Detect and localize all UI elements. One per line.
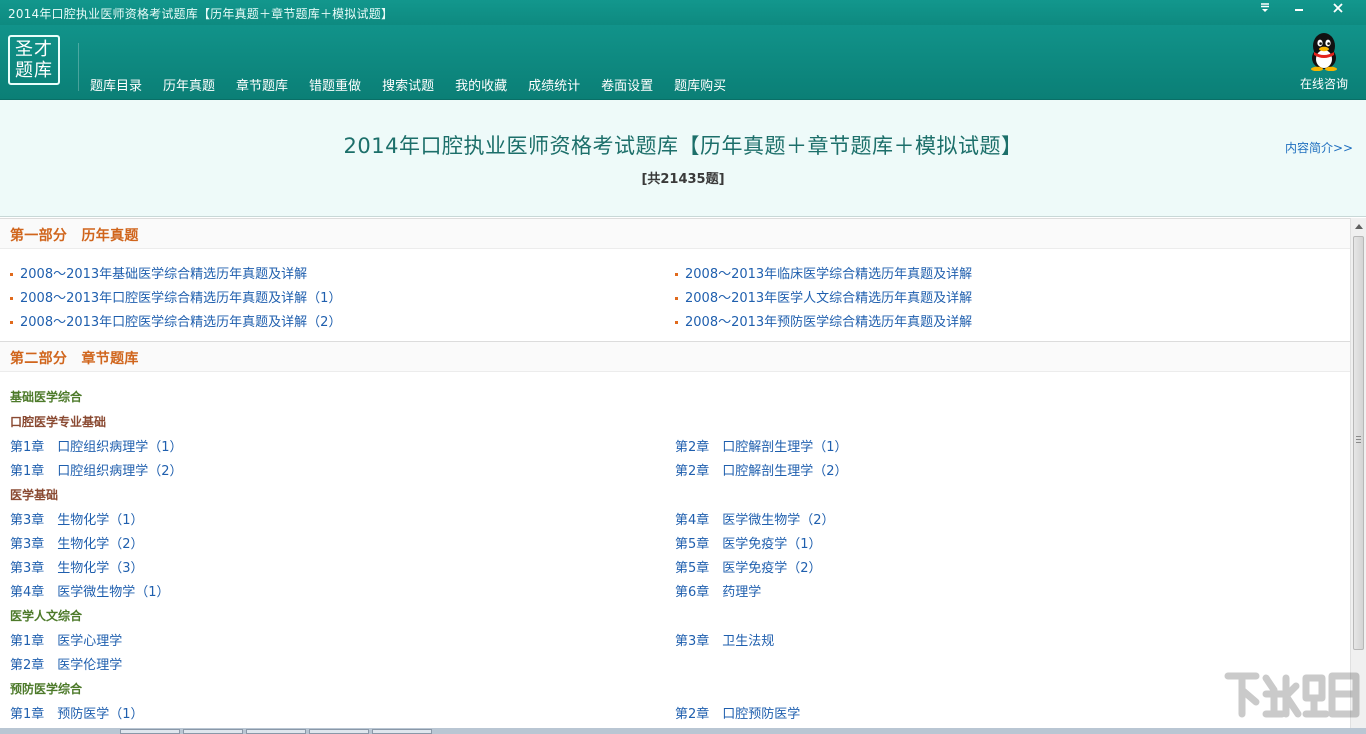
- past-exam-link[interactable]: 2008～2013年基础医学综合精选历年真题及详解: [10, 263, 307, 282]
- nav-item-settings[interactable]: 卷面设置: [601, 75, 653, 94]
- past-exam-link[interactable]: 2008～2013年医学人文综合精选历年真题及详解: [675, 287, 972, 306]
- past-exam-link[interactable]: 2008～2013年临床医学综合精选历年真题及详解: [675, 263, 972, 282]
- nav-item-purchase[interactable]: 题库购买: [674, 75, 726, 94]
- chapter-link[interactable]: 第5章 医学免疫学（1）: [675, 533, 822, 552]
- chapter-link[interactable]: 第4章 医学微生物学（2）: [675, 509, 835, 528]
- content-area: 第一部分 历年真题 2008～2013年基础医学综合精选历年真题及详解 2008…: [0, 218, 1350, 728]
- past-exam-link[interactable]: 2008～2013年口腔医学综合精选历年真题及详解（1）: [10, 287, 341, 306]
- app-logo: 圣才 题库: [8, 35, 60, 85]
- chapter-link[interactable]: 第3章 卫生法规: [675, 630, 774, 649]
- nav-item-search[interactable]: 搜索试题: [382, 75, 434, 94]
- chapter-link[interactable]: 第6章 药理学: [675, 581, 761, 600]
- chapter-link[interactable]: 第2章 口腔解剖生理学（1）: [675, 436, 848, 455]
- chapter-link[interactable]: 第1章 口腔组织病理学（2）: [10, 460, 183, 479]
- link-text: 2008～2013年预防医学综合精选历年真题及详解: [685, 315, 973, 330]
- menu-icon[interactable]: [1248, 0, 1282, 17]
- page-header: 2014年口腔执业医师资格考试题库【历年真题＋章节题库＋模拟试题】 [共2143…: [0, 100, 1366, 217]
- question-count: [共21435题]: [641, 172, 725, 187]
- os-taskbar: [0, 728, 1366, 734]
- taskbar-button[interactable]: [309, 729, 369, 734]
- link-text: 2008～2013年医学人文综合精选历年真题及详解: [685, 291, 973, 306]
- scroll-up-arrow-icon[interactable]: [1355, 224, 1363, 229]
- taskbar-button[interactable]: [120, 729, 180, 734]
- category-medical-humanities: 医学人文综合: [10, 609, 83, 623]
- category-medical-basics: 医学基础: [10, 488, 59, 502]
- category-basic-medicine: 基础医学综合: [10, 390, 83, 404]
- section-header-part2: 第二部分 章节题库: [0, 341, 1350, 372]
- close-icon[interactable]: [1319, 0, 1357, 17]
- chapter-link[interactable]: 第2章 口腔预防医学: [675, 703, 800, 722]
- minimize-icon[interactable]: [1282, 0, 1316, 17]
- nav-divider: [78, 43, 79, 91]
- grip-line: [1356, 439, 1361, 440]
- grip-line: [1356, 436, 1361, 437]
- section-title-part1: 第一部分 历年真题: [10, 228, 139, 244]
- nav-menu: 题库目录 历年真题 章节题库 错题重做 搜索试题 我的收藏 成绩统计 卷面设置 …: [90, 75, 747, 94]
- window-title: 2014年口腔执业医师资格考试题库【历年真题＋章节题库＋模拟试题】: [8, 7, 394, 21]
- qq-penguin-icon: [1311, 33, 1337, 71]
- chapter-link[interactable]: 第4章 医学微生物学（1）: [10, 581, 170, 600]
- section-title-part2: 第二部分 章节题库: [10, 351, 139, 367]
- link-text: 2008～2013年口腔医学综合精选历年真题及详解（2）: [20, 315, 342, 330]
- nav-item-statistics[interactable]: 成绩统计: [528, 75, 580, 94]
- link-text: 2008～2013年口腔医学综合精选历年真题及详解（1）: [20, 291, 342, 306]
- nav-item-past-exams[interactable]: 历年真题: [163, 75, 215, 94]
- window-title-bar: 2014年口腔执业医师资格考试题库【历年真题＋章节题库＋模拟试题】: [0, 0, 1366, 25]
- chapter-link[interactable]: 第3章 生物化学（2）: [10, 533, 144, 552]
- category-preventive-medicine: 预防医学综合: [10, 682, 83, 696]
- nav-item-catalog[interactable]: 题库目录: [90, 75, 142, 94]
- chapter-link[interactable]: 第3章 生物化学（3）: [10, 557, 144, 576]
- chapter-link[interactable]: 第5章 医学免疫学（2）: [675, 557, 822, 576]
- category-oral-basics: 口腔医学专业基础: [10, 415, 107, 429]
- chapter-link[interactable]: 第1章 医学心理学: [10, 630, 122, 649]
- chapter-link[interactable]: 第2章 口腔解剖生理学（2）: [675, 460, 848, 479]
- logo-line-2: 题库: [15, 60, 53, 81]
- online-consult-button[interactable]: 在线咨询: [1298, 31, 1350, 92]
- nav-item-chapter-bank[interactable]: 章节题库: [236, 75, 288, 94]
- taskbar-button[interactable]: [246, 729, 306, 734]
- taskbar-button[interactable]: [372, 729, 432, 734]
- chapter-link[interactable]: 第1章 口腔组织病理学（1）: [10, 436, 183, 455]
- page-title: 2014年口腔执业医师资格考试题库【历年真题＋章节题库＋模拟试题】: [343, 134, 1023, 158]
- chapter-link[interactable]: 第1章 预防医学（1）: [10, 703, 144, 722]
- past-exam-link[interactable]: 2008～2013年口腔医学综合精选历年真题及详解（2）: [10, 311, 341, 330]
- nav-item-favorites[interactable]: 我的收藏: [455, 75, 507, 94]
- section-header-part1: 第一部分 历年真题: [0, 218, 1350, 249]
- bullet-icon: [10, 321, 13, 324]
- bullet-icon: [675, 321, 678, 324]
- logo-line-1: 圣才: [15, 39, 53, 60]
- intro-link[interactable]: 内容简介>>: [1285, 139, 1353, 156]
- bullet-icon: [675, 297, 678, 300]
- taskbar-button[interactable]: [183, 729, 243, 734]
- past-exam-link[interactable]: 2008～2013年预防医学综合精选历年真题及详解: [675, 311, 972, 330]
- bullet-icon: [675, 273, 678, 276]
- nav-item-redo-mistakes[interactable]: 错题重做: [309, 75, 361, 94]
- scrollbar-thumb[interactable]: [1353, 236, 1364, 650]
- online-consult-label: 在线咨询: [1299, 77, 1348, 91]
- watermark-logo: [1224, 672, 1360, 718]
- link-text: 2008～2013年临床医学综合精选历年真题及详解: [685, 267, 973, 282]
- top-navigation: 圣才 题库 题库目录 历年真题 章节题库 错题重做 搜索试题 我的收藏 成绩统计…: [0, 25, 1366, 100]
- bullet-icon: [10, 273, 13, 276]
- chapter-link[interactable]: 第3章 生物化学（1）: [10, 509, 144, 528]
- link-text: 2008～2013年基础医学综合精选历年真题及详解: [20, 267, 308, 282]
- chapter-link[interactable]: 第2章 医学伦理学: [10, 654, 122, 673]
- vertical-scrollbar[interactable]: [1350, 218, 1366, 728]
- bullet-icon: [10, 297, 13, 300]
- grip-line: [1356, 442, 1361, 443]
